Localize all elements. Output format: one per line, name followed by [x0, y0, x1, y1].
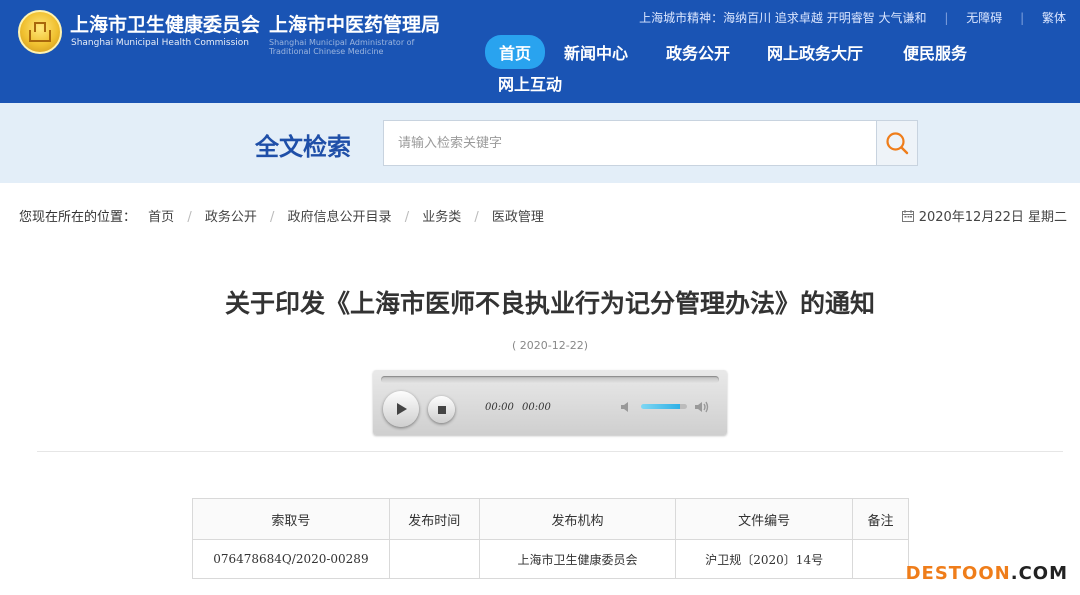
header-publish-time: 发布时间: [388, 498, 480, 540]
header-remarks: 备注: [852, 498, 909, 540]
org-name-en: Shanghai Municipal Health Commission: [71, 38, 249, 48]
search-input[interactable]: [383, 120, 877, 166]
stop-icon: [437, 405, 446, 414]
current-time: 00:00: [485, 402, 514, 413]
accessibility-link[interactable]: 无障碍: [966, 11, 1002, 25]
nav-online-service-hall[interactable]: 网上政务大厅: [767, 40, 863, 64]
page: 上海市卫生健康委员会 Shanghai Municipal Health Com…: [0, 0, 1080, 595]
top-utility-bar: 上海城市精神：海纳百川 追求卓越 开明睿智 大气谦和 | 无障碍 | 繁体: [639, 11, 1066, 25]
breadcrumb-info-catalog[interactable]: 政府信息公开目录: [288, 210, 392, 225]
audio-progress-track[interactable]: [381, 376, 719, 383]
breadcrumb-government-affairs[interactable]: 政务公开: [205, 210, 257, 225]
search-band: 全文检索: [0, 103, 1080, 183]
search-button[interactable]: [876, 120, 918, 166]
org-name-cn[interactable]: 上海市卫生健康委员会: [70, 10, 260, 37]
document-meta-table: 索取号 发布时间 发布机构 文件编号 备注 076478684Q/2020-00…: [192, 498, 909, 579]
nav-home[interactable]: 首页: [485, 35, 546, 69]
cell-remarks: [852, 539, 909, 579]
search-icon: [886, 132, 909, 155]
header-index-number: 索取号: [192, 498, 390, 540]
volume-slider[interactable]: [641, 404, 687, 409]
audio-player: 00:00 00:00: [373, 370, 727, 435]
org2-name-en: Shanghai Municipal Administrator of Trad…: [269, 38, 415, 56]
header-publisher: 发布机构: [478, 498, 677, 540]
article-title: 关于印发《上海市医师不良执业行为记分管理办法》的通知: [224, 289, 875, 318]
table-header-row: 索取号 发布时间 发布机构 文件编号 备注: [192, 498, 909, 540]
cell-document-number: 沪卫规〔2020〕14号: [675, 539, 854, 579]
breadcrumb-label: 您现在所在的位置：: [19, 210, 137, 225]
article-date: ( 2020-12-22): [511, 339, 588, 352]
nav-public-services[interactable]: 便民服务: [903, 40, 967, 64]
cell-publisher: 上海市卫生健康委员会: [478, 539, 677, 579]
cell-index-number: 076478684Q/2020-00289: [192, 539, 390, 579]
breadcrumb: 您现在所在的位置： 首页 / 政务公开 / 政府信息公开目录 / 业务类 / 医…: [19, 210, 544, 225]
nav-online-interaction[interactable]: 网上互动: [498, 71, 562, 95]
play-icon: [397, 403, 407, 415]
volume-mute-icon[interactable]: [619, 399, 635, 415]
site-header: 上海市卫生健康委员会 Shanghai Municipal Health Com…: [0, 0, 1080, 103]
cell-publish-time: [388, 539, 480, 579]
header-document-number: 文件编号: [675, 498, 854, 540]
total-time: 00:00: [522, 402, 551, 413]
play-button[interactable]: [383, 391, 419, 427]
table-row: 076478684Q/2020-00289 上海市卫生健康委员会 沪卫规〔202…: [192, 539, 909, 579]
calendar-icon: [901, 209, 914, 222]
traditional-chinese-link[interactable]: 繁体: [1042, 11, 1066, 25]
volume-max-icon[interactable]: [693, 399, 711, 415]
nav-government-affairs[interactable]: 政务公开: [666, 40, 730, 64]
divider: [37, 451, 1063, 452]
breadcrumb-home[interactable]: 首页: [148, 210, 174, 225]
org2-name-cn[interactable]: 上海市中医药管理局: [269, 10, 440, 37]
current-date-text: 2020年12月22日 星期二: [918, 210, 1067, 225]
search-title: 全文检索: [255, 133, 351, 161]
nav-news-center[interactable]: 新闻中心: [564, 40, 628, 64]
stop-button[interactable]: [428, 396, 455, 423]
current-date: 2020年12月22日 星期二: [901, 206, 1067, 225]
emblem-logo-icon[interactable]: [18, 10, 62, 54]
breadcrumb-business-category[interactable]: 业务类: [422, 210, 461, 225]
city-motto: 上海城市精神：海纳百川 追求卓越 开明睿智 大气谦和: [639, 11, 927, 25]
breadcrumb-medical-administration[interactable]: 医政管理: [492, 210, 544, 225]
watermark: DESTOON.COM: [905, 563, 1068, 584]
